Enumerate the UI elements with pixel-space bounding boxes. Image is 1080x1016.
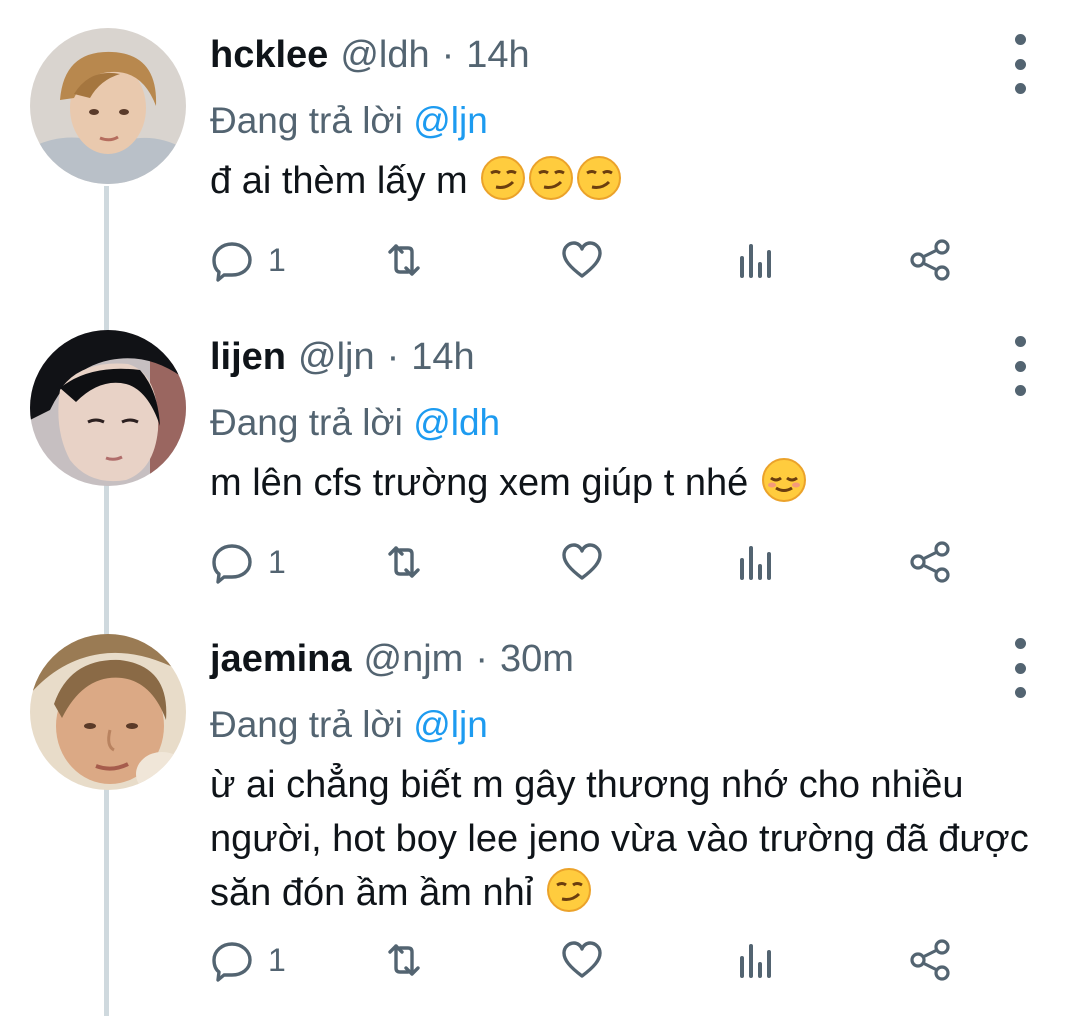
tweet-actions: 1 (210, 532, 970, 592)
user-handle[interactable]: @njm (364, 634, 464, 684)
smirking-face-icon (481, 156, 526, 200)
tweet-text: đ ai thèm lấy m (210, 154, 1040, 208)
reply-icon (212, 942, 252, 982)
reply-thread: hcklee @ldh · 14h Đang trả lời @ljn đ ai… (0, 0, 1080, 1016)
separator: · (475, 638, 488, 680)
avatar-photo (30, 634, 186, 790)
share-button[interactable] (908, 230, 952, 290)
reply-button[interactable]: 1 (210, 230, 286, 290)
reply-count: 1 (268, 241, 286, 278)
views-icon (740, 244, 771, 278)
display-name[interactable]: jaemina (210, 634, 352, 684)
tweet-text: m lên cfs trường xem giúp t nhé (210, 456, 1040, 510)
replying-to: Đang trả lời @ldh (210, 398, 500, 448)
user-handle[interactable]: @ljn (298, 332, 375, 382)
avatar[interactable] (30, 330, 186, 486)
retweet-button[interactable] (382, 230, 426, 290)
retweet-button[interactable] (382, 532, 426, 592)
tweet-header: jaemina @njm · 30m (210, 634, 574, 684)
timestamp[interactable]: 14h (466, 30, 529, 80)
relieved-face-icon (761, 458, 806, 502)
views-button[interactable] (734, 930, 778, 990)
smirking-face-icon (546, 868, 591, 912)
like-button[interactable] (560, 930, 604, 990)
tweet-header: hcklee @ldh · 14h (210, 30, 530, 80)
share-icon (910, 239, 950, 281)
timestamp[interactable]: 14h (411, 332, 474, 382)
more-icon[interactable] (1008, 336, 1032, 396)
retweet-icon (388, 944, 420, 976)
like-icon (562, 543, 602, 580)
views-button[interactable] (734, 230, 778, 290)
share-button[interactable] (908, 930, 952, 990)
views-icon (740, 944, 771, 978)
display-name[interactable]: lijen (210, 332, 286, 382)
replying-to-handle[interactable]: @ljn (413, 704, 488, 745)
replying-to-label: Đang trả lời (210, 402, 403, 443)
avatar[interactable] (30, 634, 186, 790)
retweet-button[interactable] (382, 930, 426, 990)
replying-to: Đang trả lời @ljn (210, 700, 488, 750)
timestamp[interactable]: 30m (500, 634, 574, 684)
tweet-text-content: đ ai thèm lấy m (210, 160, 468, 202)
more-icon[interactable] (1008, 638, 1032, 698)
replying-to-handle[interactable]: @ljn (413, 100, 488, 141)
tweet[interactable]: jaemina @njm · 30m Đang trả lời @ljn ừ a… (0, 618, 1080, 1016)
like-icon (562, 941, 602, 978)
share-button[interactable] (908, 532, 952, 592)
views-icon (740, 546, 771, 580)
user-handle[interactable]: @ldh (340, 30, 429, 80)
replying-to-label: Đang trả lời (210, 704, 403, 745)
reply-icon (212, 544, 252, 584)
tweet-text-content: ừ ai chẳng biết m gây thương nhớ cho nhi… (210, 764, 1029, 914)
tweet[interactable]: hcklee @ldh · 14h Đang trả lời @ljn đ ai… (0, 14, 1080, 314)
reply-button[interactable]: 1 (210, 532, 286, 592)
views-button[interactable] (734, 532, 778, 592)
tweet-actions: 1 (210, 930, 970, 990)
share-icon (910, 541, 950, 583)
share-icon (910, 939, 950, 981)
like-button[interactable] (560, 230, 604, 290)
like-button[interactable] (560, 532, 604, 592)
tweet-text: ừ ai chẳng biết m gây thương nhớ cho nhi… (210, 758, 1040, 920)
more-icon[interactable] (1008, 34, 1032, 94)
separator: · (386, 336, 400, 378)
tweet-actions: 1 (210, 230, 970, 290)
reply-button[interactable]: 1 (210, 930, 286, 990)
retweet-icon (388, 546, 420, 578)
reply-count: 1 (268, 543, 286, 580)
tweet-header: lijen @ljn · 14h (210, 332, 475, 382)
replying-to: Đang trả lời @ljn (210, 96, 488, 146)
tweet-text-content: m lên cfs trường xem giúp t nhé (210, 462, 749, 504)
reply-icon (212, 242, 252, 282)
smirking-face-icon (529, 156, 574, 200)
avatar[interactable] (30, 28, 186, 184)
replying-to-label: Đang trả lời (210, 100, 403, 141)
retweet-icon (388, 244, 420, 276)
replying-to-handle[interactable]: @ldh (413, 402, 500, 443)
avatar-photo (30, 330, 186, 486)
reply-count: 1 (268, 941, 286, 978)
display-name[interactable]: hcklee (210, 30, 328, 80)
avatar-photo (30, 28, 186, 184)
separator: · (441, 34, 455, 76)
like-icon (562, 241, 602, 278)
tweet[interactable]: lijen @ljn · 14h Đang trả lời @ldh m lên… (0, 316, 1080, 616)
smirking-face-icon (577, 156, 622, 200)
